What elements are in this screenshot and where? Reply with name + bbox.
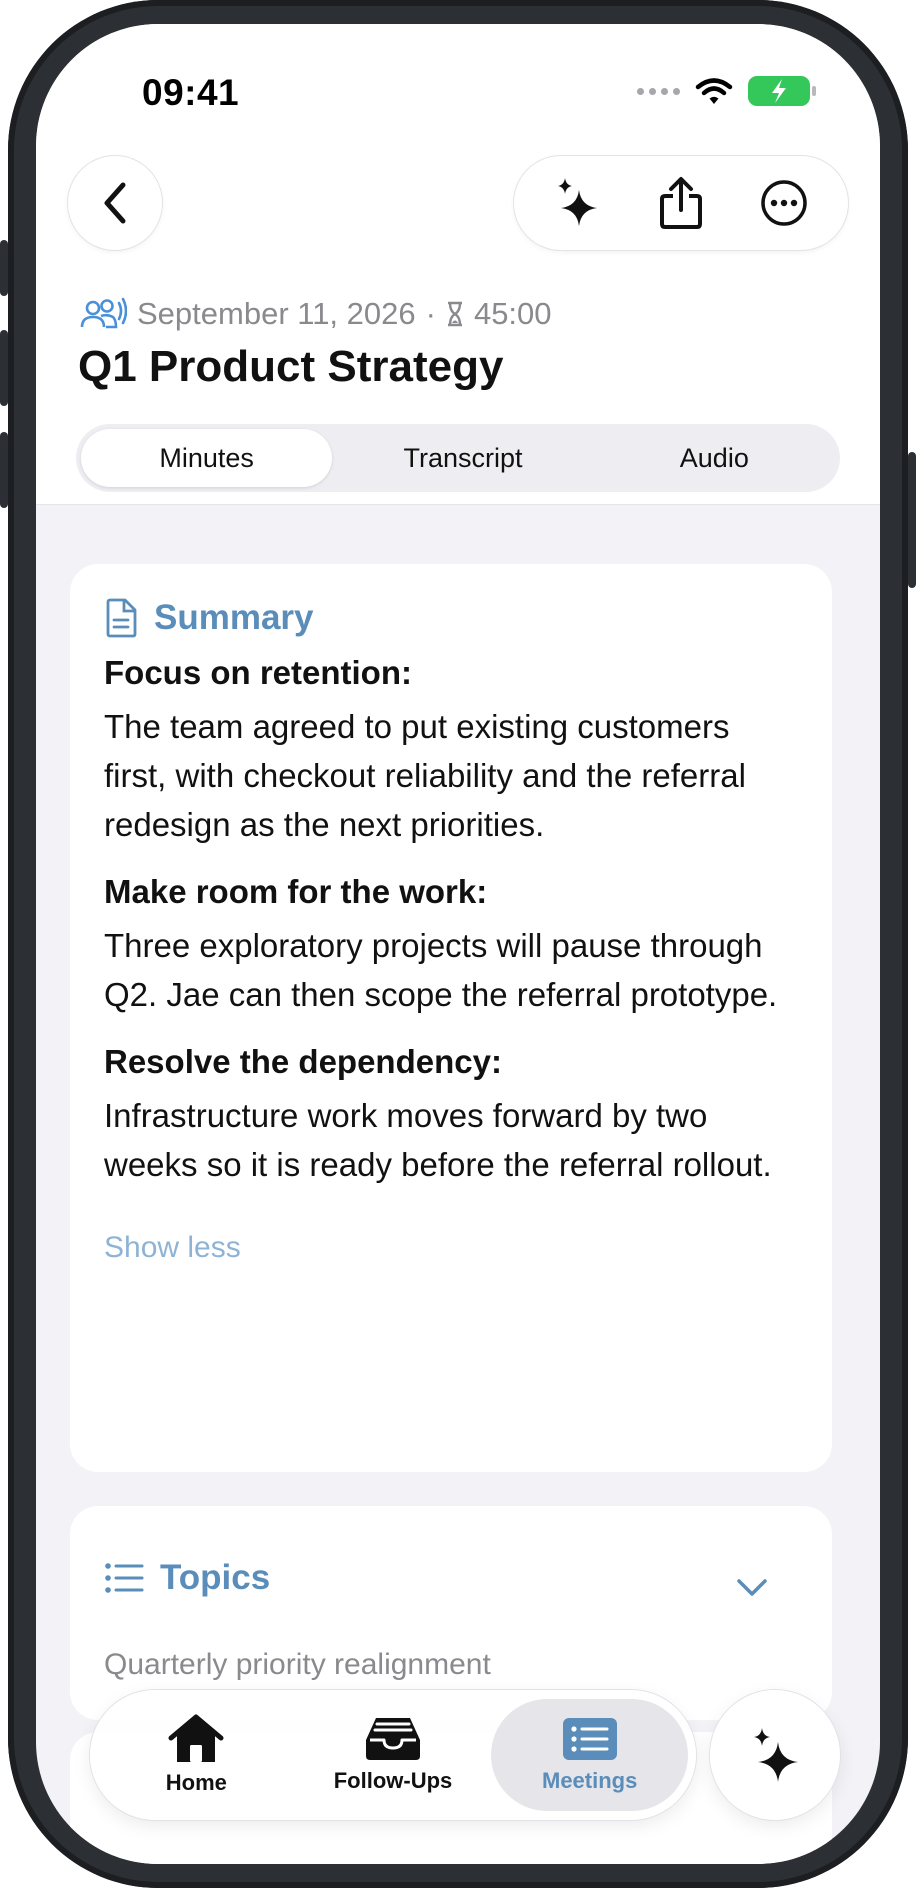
tabbar-label: Follow-Ups [333, 1768, 453, 1793]
back-button[interactable] [68, 156, 162, 250]
summary-section: Make room for the work: Three explorator… [104, 873, 798, 1019]
house-icon [168, 1714, 224, 1762]
summary-section-title: Make room for the work: [104, 873, 488, 910]
inbox-tray-icon [366, 1718, 420, 1760]
summary-section-body: Three exploratory projects will pause th… [104, 927, 778, 1013]
list-bullet-icon [105, 1563, 144, 1593]
summary-section-title: Focus on retention: [104, 654, 412, 691]
tabbar-label: Meetings [542, 1768, 638, 1793]
phone-frame: 09:41 September 11, 2026 · 45:00 Q1 Prod… [0, 0, 916, 1888]
summary-section-body: Infrastructure work moves forward by two… [104, 1097, 772, 1183]
status-indicators [637, 76, 816, 106]
topics-header: Topics [104, 1558, 270, 1598]
participants-icon [80, 297, 127, 329]
chevron-down-icon[interactable] [736, 1578, 768, 1598]
meeting-title: Q1 Product Strategy [78, 342, 504, 391]
meta-separator: · [425, 296, 436, 331]
sparkles-icon [557, 178, 597, 226]
show-less-link[interactable]: Show less [104, 1231, 798, 1265]
cellular-signal-icon [637, 87, 680, 95]
header-actions [514, 156, 848, 250]
battery-charging-icon [748, 76, 816, 106]
share-icon [659, 177, 702, 229]
volume-down-button [0, 432, 8, 508]
tab-audio[interactable]: Audio [589, 424, 840, 492]
tab-transcript[interactable]: Transcript [337, 424, 588, 492]
ellipsis-circle-icon [761, 180, 808, 226]
summary-section-title: Resolve the dependency: [104, 1043, 502, 1080]
volume-up-button [0, 330, 8, 406]
ai-assistant-button[interactable] [710, 1690, 840, 1820]
topics-title: Topics [160, 1558, 271, 1597]
summary-card: Summary Focus on retention: The team agr… [70, 564, 832, 1472]
tabbar-item-meetings[interactable]: Meetings [491, 1699, 689, 1811]
tabbar-item-follow-ups[interactable]: Follow-Ups [295, 1699, 492, 1811]
screen: 09:41 September 11, 2026 · 45:00 Q1 Prod… [36, 24, 880, 1864]
sparkles-icon [754, 1728, 798, 1782]
meeting-duration: 45:00 [473, 296, 552, 331]
tabbar-label: Home [165, 1770, 227, 1795]
tab-bar: Home Follow-Ups Meetings [90, 1690, 696, 1820]
tab-minutes[interactable]: Minutes [81, 429, 333, 487]
topics-card[interactable]: Topics Quarterly priority realignment [70, 1506, 832, 1720]
chevron-left-icon [104, 182, 126, 224]
ai-sparkle-button[interactable] [538, 163, 618, 243]
view-segmented-control: Minutes Transcript Audio [76, 424, 840, 492]
summary-section-body: The team agreed to put existing customer… [104, 708, 746, 843]
document-icon [106, 598, 137, 638]
status-time: 09:41 [142, 72, 240, 113]
summary-section: Resolve the dependency: Infrastructure w… [104, 1043, 798, 1189]
header-area: 09:41 September 11, 2026 · 45:00 Q1 Prod… [36, 24, 880, 505]
hourglass-icon [447, 301, 462, 327]
share-button[interactable] [641, 163, 721, 243]
meeting-meta: September 11, 2026 · 45:00 [79, 296, 552, 332]
list-icon [562, 1718, 617, 1760]
wifi-icon [695, 78, 733, 104]
more-button[interactable] [744, 163, 824, 243]
meeting-date: September 11, 2026 [137, 296, 416, 331]
power-button [908, 452, 916, 588]
topic-preview: Quarterly priority realignment [104, 1648, 491, 1681]
summary-section: Focus on retention: The team agreed to p… [104, 654, 798, 849]
tabbar-item-home[interactable]: Home [98, 1699, 295, 1811]
summary-title: Summary [154, 598, 314, 637]
mute-switch [0, 240, 8, 296]
summary-header: Summary [104, 598, 798, 638]
